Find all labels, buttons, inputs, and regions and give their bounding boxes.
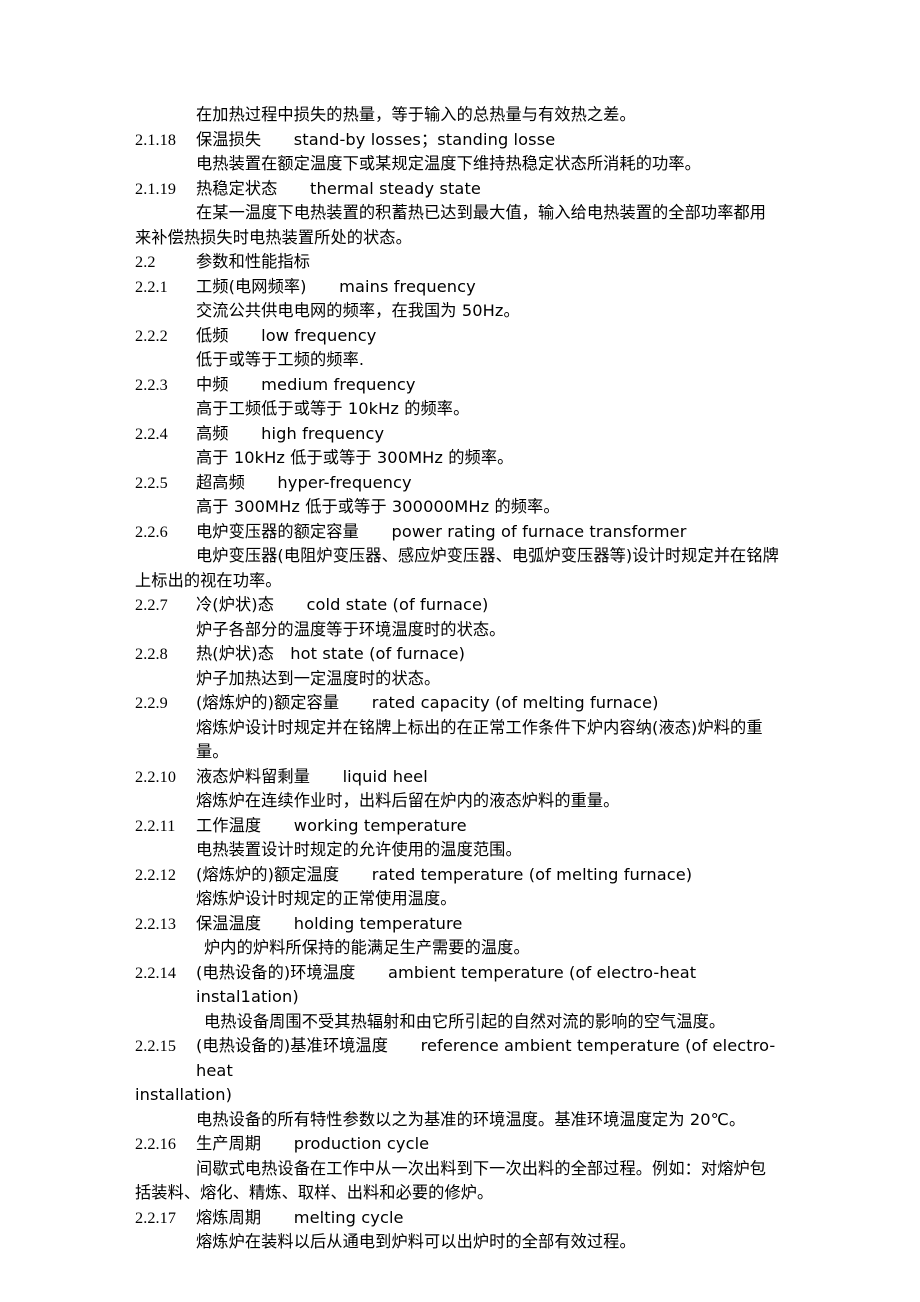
entry-term: 高频 high frequency <box>196 423 385 443</box>
numbered-entry: 2.2.16 生产周期 production cycle <box>135 1132 787 1157</box>
paragraph-line: 低于或等于工频的频率. <box>196 350 365 369</box>
entry-term: 熔炼周期 melting cycle <box>196 1207 404 1227</box>
entry-number: 2.2.15 <box>135 1037 177 1055</box>
entry-number: 2.2.5 <box>135 473 168 492</box>
entry-number: 2.2.12 <box>135 865 177 884</box>
entry-number: 2.2 <box>135 253 156 271</box>
entry-term: 低频 low frequency <box>196 325 377 345</box>
entry-term: 参数和性能指标 <box>196 252 311 271</box>
entry-number: 2.2.11 <box>135 816 176 835</box>
entry-number: 2.2.1 <box>135 277 168 296</box>
paragraph-line: 炉内的炉料所保持的能满足生产需要的温度。 <box>204 938 530 957</box>
entry-number: 2.2.3 <box>135 375 168 394</box>
entry-term: 液态炉料留剩量 liquid heel <box>196 766 428 786</box>
numbered-entry: 2.2.9 (熔炼炉的)额定容量 rated capacity (of melti… <box>135 691 787 716</box>
numbered-entry: 2.2.1 工频(电网频率) mains frequency <box>135 275 787 300</box>
numbered-entry: 2.1.19 热稳定状态 thermal steady state <box>135 177 787 202</box>
entry-term: (熔炼炉的)额定温度 rated temperature (of melting… <box>196 864 693 884</box>
numbered-entry: 2.2.6 电炉变压器的额定容量 power rating of furnace … <box>135 520 787 545</box>
paragraph-line: 来补偿热损失时电热装置所处的状态。 <box>135 227 412 247</box>
numbered-entry: 2.2.2 低频 low frequency <box>135 324 787 349</box>
paragraph-line: 电炉变压器(电阻炉变压器、感应炉变压器、电弧炉变压器等)设计时规定并在铭牌 <box>196 546 779 565</box>
paragraph-line: 间歇式电热设备在工作中从一次出料到下一次出料的全部过程。例如：对熔炉包 <box>196 1158 767 1178</box>
entry-number: 2.2.17 <box>135 1208 177 1227</box>
entry-number: 2.2.6 <box>135 522 168 541</box>
paragraph-line: 在加热过程中损失的热量，等于输入的总热量与有效热之差。 <box>196 105 636 124</box>
paragraph-line: 在某一温度下电热装置的积蓄热已达到最大值，输入给电热装置的全部功率都用 <box>196 203 767 222</box>
numbered-entry: 2.1.18 保温损失 stand-by losses；standing loss… <box>135 128 787 153</box>
document-body: 在加热过程中损失的热量，等于输入的总热量与有效热之差。 2.1.18 保温损失 st… <box>135 103 787 1255</box>
paragraph-line: 高于 300MHz 低于或等于 300000MHz 的频率。 <box>196 497 560 516</box>
paragraph-line: 熔炼炉设计时规定并在铭牌上标出的在正常工作条件下炉内容纳(液态)炉料的重量。 <box>196 717 763 762</box>
entry-term: 电炉变压器的额定容量 power rating of furnace trans… <box>196 521 687 541</box>
numbered-entry: 2.2.15 (电热设备的)基准环境温度 reference ambient te… <box>135 1034 787 1083</box>
paragraph-line: 括装料、熔化、精炼、取样、出料和必要的修炉。 <box>135 1183 494 1202</box>
entry-term: (熔炼炉的)额定容量 rated capacity (of melting fu… <box>196 693 659 712</box>
entry-number: 2.1.18 <box>135 130 177 149</box>
paragraph-line: 电热设备的所有特性参数以之为基准的环境温度。基准环境温度定为 20℃。 <box>196 1109 746 1129</box>
numbered-entry: 2.2.5 超高频 hyper-frequency <box>135 471 787 496</box>
numbered-entry: 2.2.14 (电热设备的)环境温度 ambient temperature (o… <box>135 961 787 1010</box>
numbered-entry: 2.2 参数和性能指标 <box>135 250 787 275</box>
numbered-entry: 2.2.11 工作温度 working temperature <box>135 814 787 839</box>
entry-term: (电热设备的)环境温度 ambient temperature (of elec… <box>196 962 702 1007</box>
entry-number: 2.2.13 <box>135 914 177 933</box>
paragraph-line: installation) <box>135 1085 232 1104</box>
numbered-entry: 2.2.3 中频 medium frequency <box>135 373 787 398</box>
entry-number: 2.2.16 <box>135 1135 177 1153</box>
entry-term: (电热设备的)基准环境温度 reference ambient temperat… <box>196 1036 776 1080</box>
paragraph-line: 电热装置设计时规定的允许使用的温度范围。 <box>196 840 522 859</box>
entry-term: 热稳定状态 thermal steady state <box>196 178 481 198</box>
paragraph-line: 高于工频低于或等于 10kHz 的频率。 <box>196 399 470 418</box>
numbered-entry: 2.2.7 冷(炉状)态 cold state (of furnace) <box>135 593 787 618</box>
numbered-entry: 2.2.13 保温温度 holding temperature <box>135 912 787 937</box>
entry-number: 2.2.10 <box>135 767 177 786</box>
numbered-entry: 2.2.10 液态炉料留剩量 liquid heel <box>135 765 787 790</box>
entry-term: 中频 medium frequency <box>196 374 416 394</box>
paragraph-line: 电热装置在额定温度下或某规定温度下维持热稳定状态所消耗的功率。 <box>196 154 701 173</box>
entry-number: 2.2.2 <box>135 326 168 345</box>
paragraph-line: 炉子加热达到一定温度时的状态。 <box>196 668 441 688</box>
numbered-entry: 2.2.4 高频 high frequency <box>135 422 787 447</box>
entry-term: 热(炉状)态 hot state (of furnace) <box>196 644 466 663</box>
entry-number: 2.2.9 <box>135 694 168 712</box>
paragraph-line: 高于 10kHz 低于或等于 300MHz 的频率。 <box>196 448 514 467</box>
numbered-entry: 2.2.8 热(炉状)态 hot state (of furnace) <box>135 642 787 667</box>
paragraph-line: 上标出的视在功率。 <box>135 570 282 590</box>
entry-number: 2.2.7 <box>135 596 168 614</box>
entry-term: 工作温度 working temperature <box>196 815 467 835</box>
entry-number: 2.1.19 <box>135 179 177 198</box>
entry-number: 2.2.14 <box>135 963 177 982</box>
entry-term: 工频(电网频率) mains frequency <box>196 276 476 296</box>
entry-term: 冷(炉状)态 cold state (of furnace) <box>196 595 489 614</box>
entry-number: 2.2.4 <box>135 424 168 443</box>
paragraph-line: 炉子各部分的温度等于环境温度时的状态。 <box>196 619 506 639</box>
entry-term: 超高频 hyper-frequency <box>196 472 412 492</box>
paragraph-line: 熔炼炉在装料以后从通电到炉料可以出炉时的全部有效过程。 <box>196 1232 636 1251</box>
entry-number: 2.2.8 <box>135 645 168 663</box>
numbered-entry: 2.2.17 熔炼周期 melting cycle <box>135 1206 787 1231</box>
entry-term: 保温损失 stand-by losses；standing losse <box>196 129 556 149</box>
entry-term: 生产周期 production cycle <box>196 1134 430 1153</box>
paragraph-line: 交流公共供电电网的频率，在我国为 50Hz。 <box>196 301 520 320</box>
paragraph-line: 电热设备周围不受其热辐射和由它所引起的自然对流的影响的空气温度。 <box>204 1011 726 1031</box>
entry-term: 保温温度 holding temperature <box>196 913 463 933</box>
paragraph-line: 熔炼炉在连续作业时，出料后留在炉内的液态炉料的重量。 <box>196 791 620 810</box>
document-page: 在加热过程中损失的热量，等于输入的总热量与有效热之差。 2.1.18 保温损失 st… <box>0 0 920 1302</box>
paragraph-line: 熔炼炉设计时规定的正常使用温度。 <box>196 889 457 908</box>
numbered-entry: 2.2.12 (熔炼炉的)额定温度 rated temperature (of m… <box>135 863 787 888</box>
